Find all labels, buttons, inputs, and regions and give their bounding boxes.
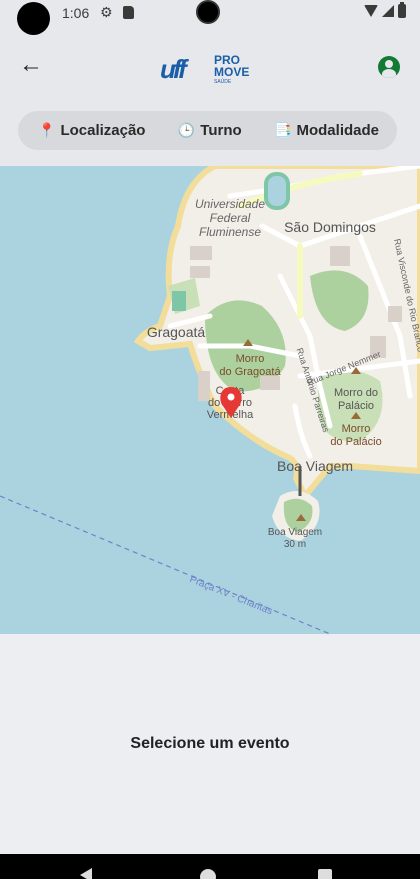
label-university-1: Universidade — [195, 197, 265, 211]
label-university-3: Fluminense — [199, 225, 261, 239]
label-gragoata: Gragoatá — [147, 324, 206, 340]
back-arrow-icon[interactable]: ← — [18, 52, 44, 78]
label-sao-domingos: São Domingos — [284, 219, 376, 235]
filter-location[interactable]: 📍 Localização — [38, 122, 145, 139]
filter-bar: 📍 Localização 🕒 Turno 📑 Modalidade — [18, 111, 397, 150]
empty-state-message: Selecione um evento — [130, 735, 290, 752]
front-camera — [196, 0, 220, 24]
label-morro-palacio-3: Morro — [342, 423, 371, 435]
status-time: 1:06 — [62, 5, 90, 21]
settings-status-icon: ⚙ — [100, 4, 113, 20]
event-details-panel: Selecione um evento — [0, 634, 420, 854]
nav-recents-icon[interactable] — [318, 869, 332, 879]
app-screen: 1:06 ⚙ ← uff PRO MOVE SAÚDE 📍 Localizaçã… — [0, 0, 420, 879]
clock-icon: 🕒 — [177, 122, 196, 138]
label-ferry-route: Praça XV - Charitas — [188, 574, 274, 617]
label-morro-palacio-4: do Palácio — [330, 436, 381, 448]
nav-home-icon[interactable] — [200, 869, 216, 879]
stadium — [264, 172, 290, 210]
map-view[interactable]: Universidade Federal Fluminense São Domi… — [0, 166, 420, 634]
logo: uff PRO MOVE SAÚDE — [160, 54, 260, 88]
sd-card-icon — [123, 6, 134, 19]
label-boa-viagem-hill-2: 30 m — [284, 539, 306, 550]
status-bar: 1:06 ⚙ — [0, 0, 420, 35]
label-boa-viagem: Boa Viagem — [277, 458, 353, 474]
filter-shift-label: Turno — [200, 122, 242, 139]
filter-modality[interactable]: 📑 Modalidade — [274, 122, 379, 139]
logo-line3: SAÚDE — [214, 79, 232, 85]
filter-shift[interactable]: 🕒 Turno — [178, 122, 242, 139]
map-canvas[interactable]: Universidade Federal Fluminense São Domi… — [0, 166, 420, 634]
label-morro-palacio-2: Palácio — [338, 400, 374, 412]
filter-location-label: Localização — [60, 122, 146, 139]
camera-cutout — [17, 2, 50, 35]
nav-back-icon[interactable] — [80, 868, 92, 879]
battery-icon — [398, 2, 406, 18]
logo-brand: uff — [160, 54, 187, 84]
label-morro-gragoata-1: Morro — [236, 353, 265, 365]
account-icon[interactable] — [378, 56, 400, 78]
system-nav-bar — [0, 854, 420, 879]
logo-line2: MOVE — [214, 65, 250, 79]
park-teal-block — [172, 291, 186, 311]
pin-icon: 📍 — [38, 122, 56, 138]
status-icons — [364, 2, 406, 18]
list-icon: 📑 — [274, 122, 292, 138]
label-morro-palacio-1: Morro do — [334, 387, 378, 399]
wifi-icon — [364, 5, 378, 17]
filter-modality-label: Modalidade — [296, 122, 379, 139]
app-bar: ← uff PRO MOVE SAÚDE — [0, 38, 420, 98]
label-morro-gragoata-2: do Gragoatá — [219, 366, 281, 378]
label-university-2: Federal — [210, 211, 251, 225]
signal-icon — [382, 5, 394, 17]
label-boa-viagem-hill-1: Boa Viagem — [268, 527, 322, 538]
